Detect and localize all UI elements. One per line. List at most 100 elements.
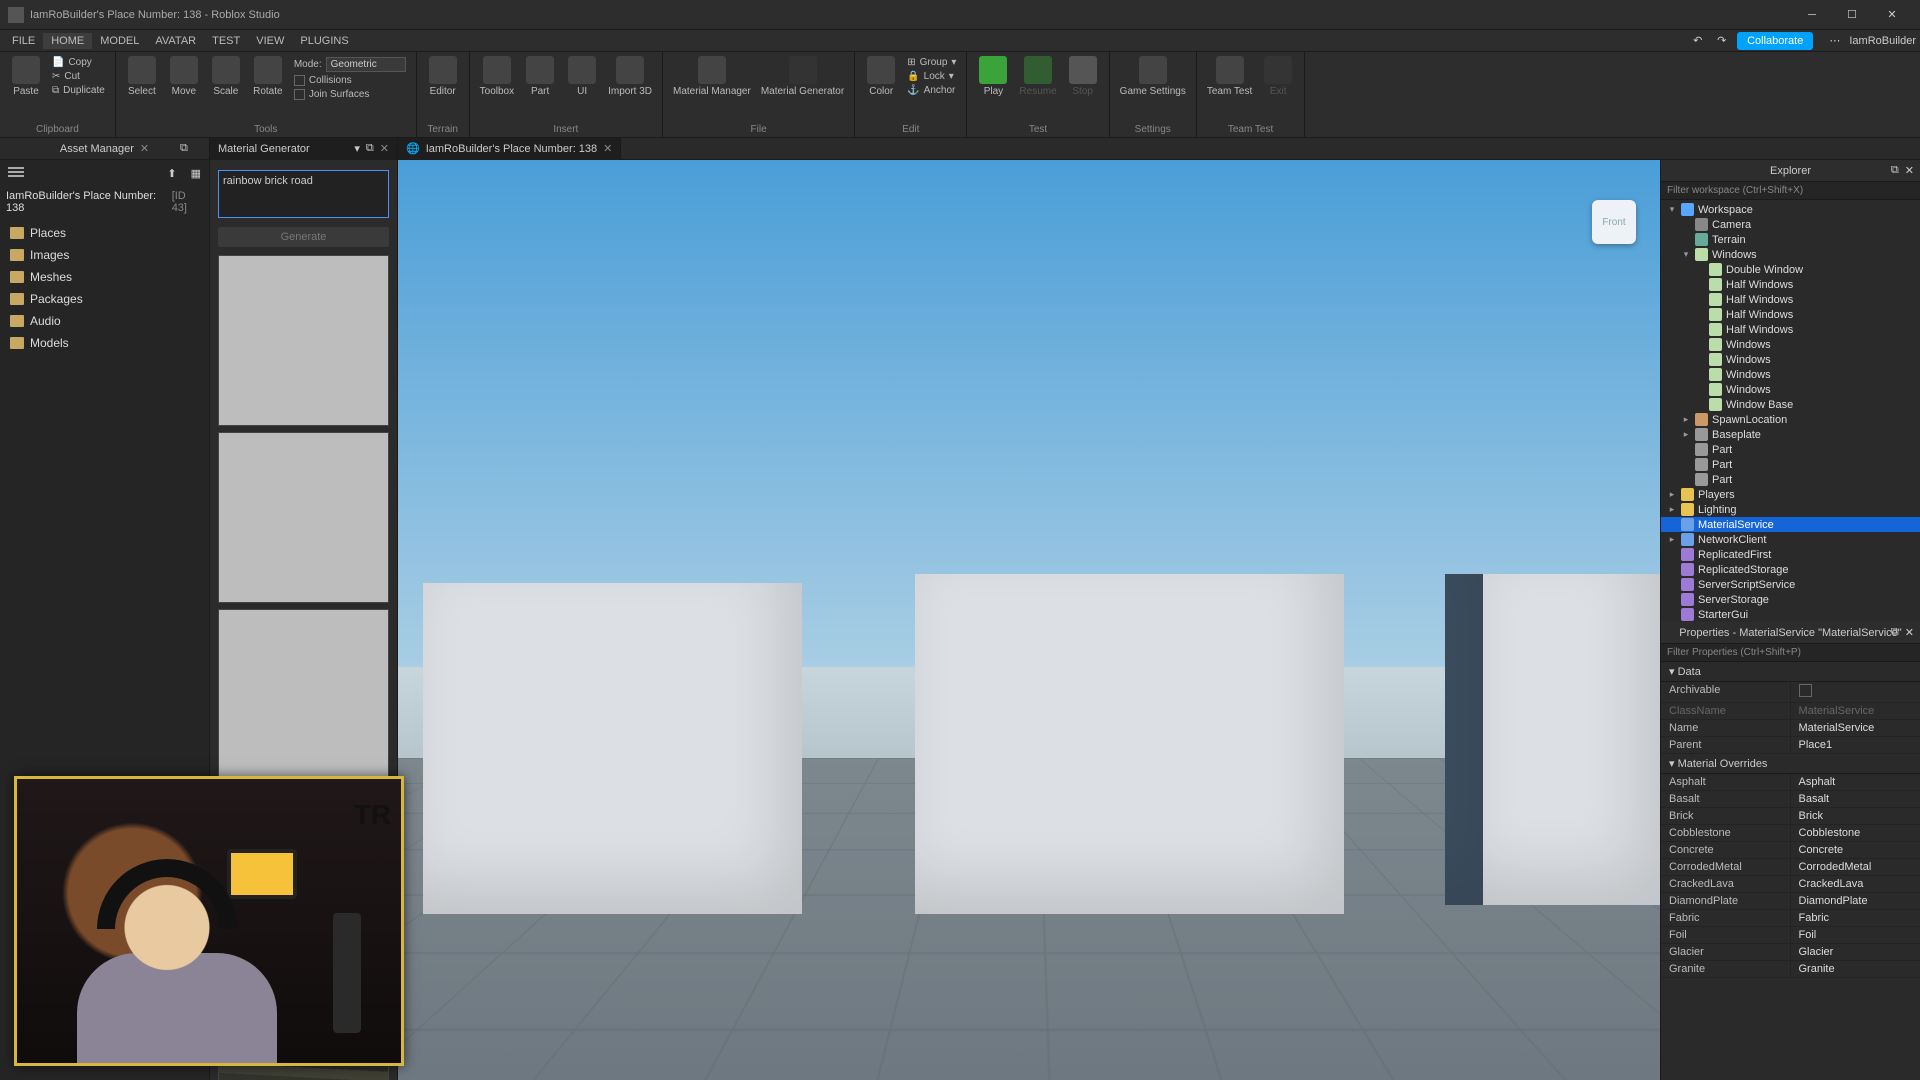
menu-plugins[interactable]: PLUGINS <box>292 33 356 49</box>
tree-item[interactable]: ReplicatedFirst <box>1661 547 1920 562</box>
material-generator-button[interactable]: Material Generator <box>757 54 848 99</box>
tree-item[interactable]: ▸NetworkClient <box>1661 532 1920 547</box>
group-button[interactable]: ⊞ Group ▾ <box>905 56 958 69</box>
ui-button[interactable]: UI <box>562 54 602 99</box>
menu-home[interactable]: HOME <box>43 33 92 49</box>
property-row[interactable]: ParentPlace1 <box>1661 737 1920 754</box>
tree-item[interactable]: Half Windows <box>1661 292 1920 307</box>
notifications-icon[interactable]: ⋯ <box>1829 34 1843 48</box>
property-section[interactable]: ▾ Material Overrides <box>1661 754 1920 774</box>
lock-button[interactable]: 🔒 Lock ▾ <box>905 70 958 83</box>
anchor-button[interactable]: ⚓ Anchor <box>905 84 958 97</box>
upload-icon[interactable]: ⬆ <box>167 167 176 180</box>
tree-item[interactable]: Windows <box>1661 367 1920 382</box>
collaborate-button[interactable]: Collaborate <box>1737 32 1813 50</box>
copy-button[interactable]: 📄 Copy <box>50 56 107 69</box>
asset-place-row[interactable]: IamRoBuilder's Place Number: 138[ID 43] <box>0 186 209 218</box>
tree-item[interactable]: Camera <box>1661 217 1920 232</box>
team-test-button[interactable]: Team Test <box>1203 54 1256 99</box>
toolbox-button[interactable]: Toolbox <box>476 54 518 99</box>
property-row[interactable]: CobblestoneCobblestone <box>1661 825 1920 842</box>
username-label[interactable]: IamRoBuilder <box>1849 35 1916 47</box>
menu-model[interactable]: MODEL <box>92 33 147 49</box>
property-row[interactable]: CrackedLavaCrackedLava <box>1661 876 1920 893</box>
property-row[interactable]: GraniteGranite <box>1661 961 1920 978</box>
tree-item[interactable]: Half Windows <box>1661 277 1920 292</box>
undock-icon[interactable]: ⧉ <box>180 142 188 155</box>
tree-item[interactable]: StarterGui <box>1661 607 1920 622</box>
asset-folder[interactable]: Meshes <box>0 266 209 288</box>
properties-filter[interactable]: Filter Properties (Ctrl+Shift+P) <box>1661 644 1920 662</box>
property-row[interactable]: FoilFoil <box>1661 927 1920 944</box>
tree-item[interactable]: Double Window <box>1661 262 1920 277</box>
minimize-button[interactable]: ─ <box>1792 3 1832 27</box>
asset-folder[interactable]: Audio <box>0 310 209 332</box>
menu-view[interactable]: VIEW <box>248 33 292 49</box>
grid-view-icon[interactable]: ▦ <box>191 167 201 180</box>
chevron-down-icon[interactable]: ▾ <box>354 142 360 155</box>
property-row[interactable]: NameMaterialService <box>1661 720 1920 737</box>
menu-file[interactable]: FILE <box>4 33 43 49</box>
tree-item[interactable]: ▸SpawnLocation <box>1661 412 1920 427</box>
scale-tool[interactable]: Scale <box>206 54 246 99</box>
close-icon[interactable]: ✕ <box>380 142 389 155</box>
tree-item[interactable]: ▾Workspace <box>1661 202 1920 217</box>
hamburger-icon[interactable] <box>8 167 24 179</box>
tree-item[interactable]: MaterialService <box>1661 517 1920 532</box>
generate-button[interactable]: Generate <box>218 227 389 247</box>
viewport-3d[interactable]: Front <box>398 160 1660 1080</box>
select-tool[interactable]: Select <box>122 54 162 99</box>
tree-item[interactable]: Window Base <box>1661 397 1920 412</box>
undock-icon[interactable]: ⧉ <box>1891 164 1899 177</box>
tree-item[interactable]: Windows <box>1661 352 1920 367</box>
color-button[interactable]: Color <box>861 54 901 99</box>
property-section[interactable]: ▾ Data <box>1661 662 1920 682</box>
close-icon[interactable]: ✕ <box>603 142 612 155</box>
close-button[interactable]: ✕ <box>1872 3 1912 27</box>
material-swatch[interactable] <box>218 255 389 426</box>
asset-folder[interactable]: Images <box>0 244 209 266</box>
part-button[interactable]: Part <box>520 54 560 99</box>
tree-item[interactable]: Terrain <box>1661 232 1920 247</box>
tree-item[interactable]: ServerScriptService <box>1661 577 1920 592</box>
tree-item[interactable]: ▸Players <box>1661 487 1920 502</box>
tree-item[interactable]: ▾Windows <box>1661 247 1920 262</box>
tree-item[interactable]: Part <box>1661 457 1920 472</box>
tree-item[interactable]: Half Windows <box>1661 322 1920 337</box>
tree-item[interactable]: Part <box>1661 472 1920 487</box>
property-row[interactable]: CorrodedMetalCorrodedMetal <box>1661 859 1920 876</box>
property-row[interactable]: BrickBrick <box>1661 808 1920 825</box>
duplicate-button[interactable]: ⧉ Duplicate <box>50 84 107 97</box>
asset-folder[interactable]: Packages <box>0 288 209 310</box>
maximize-button[interactable]: ☐ <box>1832 3 1872 27</box>
explorer-tree[interactable]: ▾WorkspaceCameraTerrain▾WindowsDouble Wi… <box>1661 200 1920 622</box>
property-row[interactable]: DiamondPlateDiamondPlate <box>1661 893 1920 910</box>
menu-avatar[interactable]: AVATAR <box>147 33 204 49</box>
tree-item[interactable]: Windows <box>1661 337 1920 352</box>
cut-button[interactable]: ✂ Cut <box>50 70 107 83</box>
close-icon[interactable]: ✕ <box>1905 164 1914 177</box>
explorer-filter[interactable]: Filter workspace (Ctrl+Shift+X) <box>1661 182 1920 200</box>
tree-item[interactable]: ▸Lighting <box>1661 502 1920 517</box>
import3d-button[interactable]: Import 3D <box>604 54 656 99</box>
material-swatch[interactable] <box>218 432 389 603</box>
material-swatch[interactable] <box>218 609 389 780</box>
mode-dropdown[interactable]: Mode: Geometric <box>292 56 408 73</box>
rotate-tool[interactable]: Rotate <box>248 54 288 99</box>
terrain-editor-button[interactable]: Editor <box>423 54 463 99</box>
property-row[interactable]: ClassNameMaterialService <box>1661 703 1920 720</box>
undock-icon[interactable]: ⧉ <box>366 142 374 155</box>
asset-folder[interactable]: Places <box>0 222 209 244</box>
material-prompt-input[interactable] <box>218 170 389 218</box>
paste-button[interactable]: Paste <box>6 54 46 99</box>
asset-folder[interactable]: Models <box>0 332 209 354</box>
material-manager-button[interactable]: Material Manager <box>669 54 755 99</box>
property-row[interactable]: ConcreteConcrete <box>1661 842 1920 859</box>
undock-icon[interactable]: ⧉ <box>1891 626 1899 639</box>
tree-item[interactable]: ReplicatedStorage <box>1661 562 1920 577</box>
redo-icon[interactable]: ↷ <box>1717 34 1731 48</box>
close-icon[interactable]: ✕ <box>140 142 149 155</box>
property-row[interactable]: Archivable <box>1661 682 1920 703</box>
tab-asset-manager[interactable]: Asset Manager ⧉ ✕ <box>0 138 210 160</box>
property-row[interactable]: FabricFabric <box>1661 910 1920 927</box>
